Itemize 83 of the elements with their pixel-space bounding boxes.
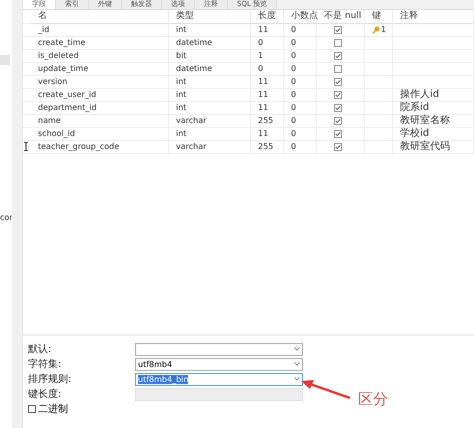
table-cell: version xyxy=(31,76,169,89)
key-icon xyxy=(372,26,380,34)
not-null-checkbox[interactable] xyxy=(334,39,342,47)
table-cell: 11 xyxy=(251,24,284,37)
table-cell: 0 xyxy=(284,50,317,63)
table-cell: 11 xyxy=(251,102,284,115)
table-cell: 教研室代码 xyxy=(393,141,474,154)
table-cell: 0 xyxy=(284,141,317,154)
table-cell: 1 xyxy=(251,50,284,63)
table-cell: department_id xyxy=(31,102,169,115)
table-cell: 11 xyxy=(251,89,284,102)
table-cell: 0 xyxy=(284,24,317,37)
table-cell: school_id xyxy=(31,128,169,141)
table-cell: int xyxy=(169,76,251,89)
table-cell: 教研室名称 xyxy=(393,115,474,128)
table-cell: 操作人id xyxy=(393,89,474,102)
binary-label: 二进制 xyxy=(38,402,68,416)
not-null-checkbox[interactable] xyxy=(334,91,342,99)
annotation-arrow xyxy=(300,378,352,400)
column-header[interactable]: 名 xyxy=(31,10,169,24)
table-cell: 0 xyxy=(284,63,317,76)
binary-checkbox[interactable] xyxy=(28,405,36,413)
table-cell: 0 xyxy=(284,76,317,89)
not-null-checkbox[interactable] xyxy=(334,143,342,151)
table-cell: int xyxy=(169,24,251,37)
table-cell: 0 xyxy=(251,37,284,50)
side-label: cor xyxy=(0,213,12,222)
table-cell: 0 xyxy=(284,37,317,50)
table-cell: _id xyxy=(31,24,169,37)
table-cell: 院系id xyxy=(393,102,474,115)
table-cell: int xyxy=(169,89,251,102)
property-field[interactable] xyxy=(135,388,303,400)
table-cell: bit xyxy=(169,50,251,63)
table-cell: 11 xyxy=(251,128,284,141)
column-header[interactable]: 键 xyxy=(365,10,393,24)
table-cell: datetime xyxy=(169,63,251,76)
side-panel-block xyxy=(0,55,10,65)
table-cell: 0 xyxy=(284,89,317,102)
table-cell: update_time xyxy=(31,63,169,76)
table-cell: datetime xyxy=(169,37,251,50)
table-cell: varchar xyxy=(169,141,251,154)
property-dropdown[interactable]: utf8mb4_bin xyxy=(135,372,303,386)
table-cell: 11 xyxy=(251,76,284,89)
property-label: 排序规则: xyxy=(28,372,72,386)
caret-icon xyxy=(294,362,300,366)
scrollbar[interactable] xyxy=(12,0,22,428)
table-cell: 0 xyxy=(284,115,317,128)
column-header[interactable]: 注释 xyxy=(393,10,474,24)
table-cell: name xyxy=(31,115,169,128)
table-cell: 0 xyxy=(284,102,317,115)
table-cell: int xyxy=(169,128,251,141)
property-label: 键长度: xyxy=(28,388,62,401)
caret-icon xyxy=(294,377,300,381)
property-dropdown[interactable]: utf8mb4 xyxy=(135,358,303,370)
property-label: 字符集: xyxy=(28,358,62,371)
column-header[interactable]: 长度 xyxy=(251,10,284,24)
not-null-checkbox[interactable] xyxy=(334,78,342,86)
not-null-checkbox[interactable] xyxy=(334,130,342,138)
table-cell: create_user_id xyxy=(31,89,169,102)
table-cell: 255 xyxy=(251,141,284,154)
not-null-checkbox[interactable] xyxy=(334,52,342,60)
table-cell: create_time xyxy=(31,37,169,50)
table-cell: teacher_group_code xyxy=(31,141,169,154)
key-number: 1 xyxy=(381,24,386,36)
table-cell: 0 xyxy=(251,63,284,76)
not-null-checkbox[interactable] xyxy=(334,104,342,112)
column-header[interactable]: 小数点 xyxy=(284,10,317,24)
table-cell: 0 xyxy=(284,128,317,141)
table-cell: int xyxy=(169,102,251,115)
column-header[interactable]: 类型 xyxy=(169,10,251,24)
table-cell: varchar xyxy=(169,115,251,128)
not-null-checkbox[interactable] xyxy=(334,26,342,34)
annotation-text: 区分 xyxy=(358,390,388,409)
dropdown-value: utf8mb4_bin xyxy=(138,374,188,384)
not-null-checkbox[interactable] xyxy=(334,117,342,125)
table-cell: 学校id xyxy=(393,128,474,141)
caret-icon xyxy=(294,347,300,351)
table-cell: is_deleted xyxy=(31,50,169,63)
not-null-checkbox[interactable] xyxy=(334,65,342,73)
column-header[interactable]: 不是 null xyxy=(317,10,365,24)
property-label: 默认: xyxy=(28,343,52,356)
table-cell: 255 xyxy=(251,115,284,128)
dropdown-value: utf8mb4 xyxy=(138,360,172,368)
